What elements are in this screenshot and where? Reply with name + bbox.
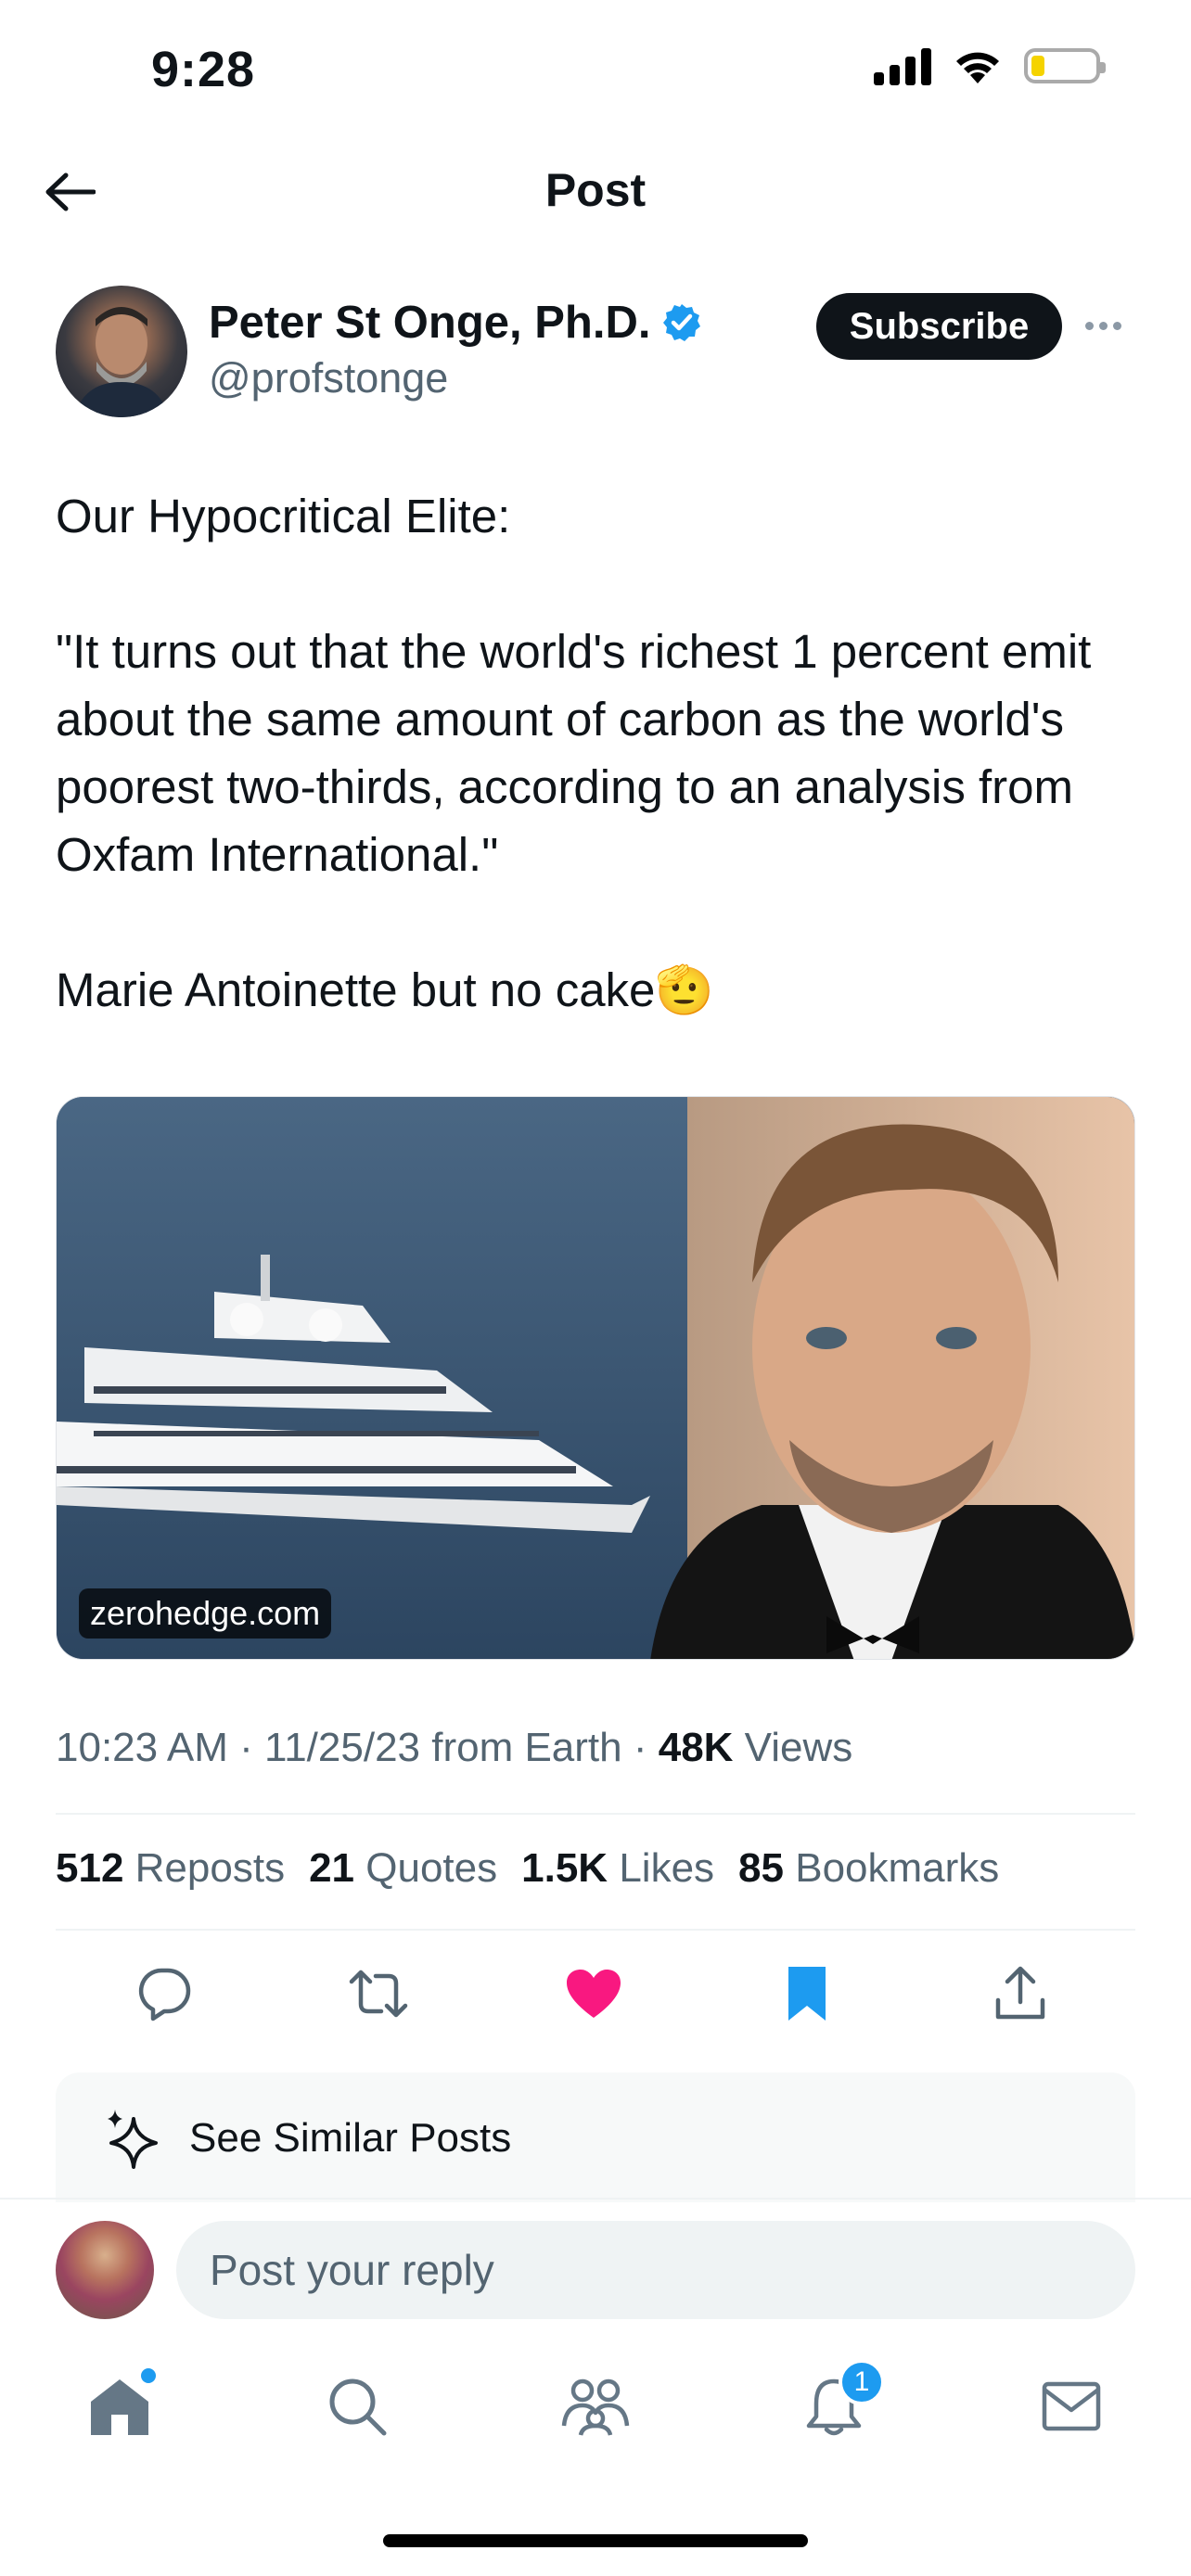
share-icon bbox=[995, 1966, 1045, 2020]
more-options-icon[interactable] bbox=[1085, 312, 1132, 339]
messages-icon bbox=[1042, 2381, 1101, 2431]
author-avatar[interactable] bbox=[56, 286, 187, 417]
reply-input[interactable]: Post your reply bbox=[176, 2221, 1135, 2319]
nav-search[interactable] bbox=[315, 2365, 399, 2448]
see-similar-posts[interactable]: See Similar Posts bbox=[56, 2072, 1135, 2202]
battery-icon bbox=[1024, 48, 1106, 83]
post-closing: Marie Antoinette but no cake🫡 bbox=[56, 963, 714, 1016]
see-similar-posts-label: See Similar Posts bbox=[189, 2115, 512, 2161]
cellular-signal-icon bbox=[874, 46, 931, 85]
post-stats: 512 Reposts 21 Quotes 1.5K Likes 85 Book… bbox=[56, 1845, 999, 1892]
status-bar: 9:28 bbox=[0, 0, 1191, 139]
like-button[interactable] bbox=[557, 1957, 631, 2031]
reply-icon bbox=[138, 1968, 191, 2021]
user-avatar[interactable] bbox=[56, 2221, 154, 2319]
post-timestamp: 10:23 AM · 11/25/23 from Earth · bbox=[56, 1725, 659, 1770]
author-handle[interactable]: @profstonge bbox=[209, 354, 448, 402]
nav-communities[interactable] bbox=[554, 2365, 637, 2448]
media-source-label: zerohedge.com bbox=[79, 1588, 332, 1639]
page-title: Post bbox=[544, 164, 647, 216]
like-icon bbox=[567, 1970, 621, 2018]
reposts-stat[interactable]: 512 Reposts bbox=[56, 1845, 285, 1892]
divider bbox=[0, 2198, 1191, 2200]
wifi-icon bbox=[956, 52, 999, 83]
repost-icon bbox=[349, 1970, 408, 2018]
notification-count-badge: 1 bbox=[839, 2359, 885, 2405]
bookmark-icon bbox=[788, 1967, 826, 2021]
status-icons bbox=[874, 46, 1106, 85]
post-text-line: Our Hypocritical Elite: bbox=[56, 490, 511, 542]
post-image[interactable]: zerohedge.com bbox=[56, 1096, 1135, 1660]
share-button[interactable] bbox=[983, 1957, 1057, 2031]
verified-badge-icon bbox=[663, 304, 701, 341]
divider bbox=[56, 1929, 1135, 1931]
post-metadata: 10:23 AM · 11/25/23 from Earth · 48K Vie… bbox=[56, 1725, 852, 1771]
reply-button[interactable] bbox=[128, 1957, 202, 2031]
repost-button[interactable] bbox=[341, 1957, 416, 2031]
home-icon bbox=[91, 2379, 148, 2435]
views-count: 48K bbox=[658, 1725, 734, 1770]
header: Post bbox=[0, 139, 1191, 246]
yacht-and-man-photo bbox=[57, 1097, 1134, 1659]
post-quote: "It turns out that the world's richest 1… bbox=[56, 625, 1092, 881]
post-actions bbox=[56, 1957, 1135, 2031]
divider bbox=[56, 1813, 1135, 1815]
likes-stat[interactable]: 1.5K Likes bbox=[521, 1845, 714, 1892]
home-new-indicator bbox=[141, 2368, 156, 2383]
nav-home[interactable] bbox=[78, 2365, 161, 2448]
search-icon bbox=[329, 2378, 387, 2436]
post-body: Our Hypocritical Elite: "It turns out th… bbox=[56, 482, 1141, 1024]
sparkle-icon bbox=[108, 2110, 158, 2169]
nav-messages[interactable] bbox=[1030, 2365, 1113, 2448]
status-time: 9:28 bbox=[151, 42, 256, 97]
quotes-stat[interactable]: 21 Quotes bbox=[309, 1845, 497, 1892]
home-indicator[interactable] bbox=[383, 2534, 808, 2547]
bookmark-button[interactable] bbox=[770, 1957, 844, 2031]
author-name-text: Peter St Onge, Ph.D. bbox=[209, 298, 651, 348]
views-label: Views bbox=[733, 1725, 853, 1770]
subscribe-button[interactable]: Subscribe bbox=[816, 293, 1062, 360]
bookmarks-stat[interactable]: 85 Bookmarks bbox=[738, 1845, 999, 1892]
bottom-navigation: 1 bbox=[0, 2355, 1191, 2467]
post-author: Peter St Onge, Ph.D. @profstonge Subscri… bbox=[56, 286, 1135, 420]
nav-notifications[interactable]: 1 bbox=[792, 2359, 885, 2448]
author-name[interactable]: Peter St Onge, Ph.D. bbox=[209, 297, 702, 349]
communities-icon bbox=[561, 2378, 630, 2436]
